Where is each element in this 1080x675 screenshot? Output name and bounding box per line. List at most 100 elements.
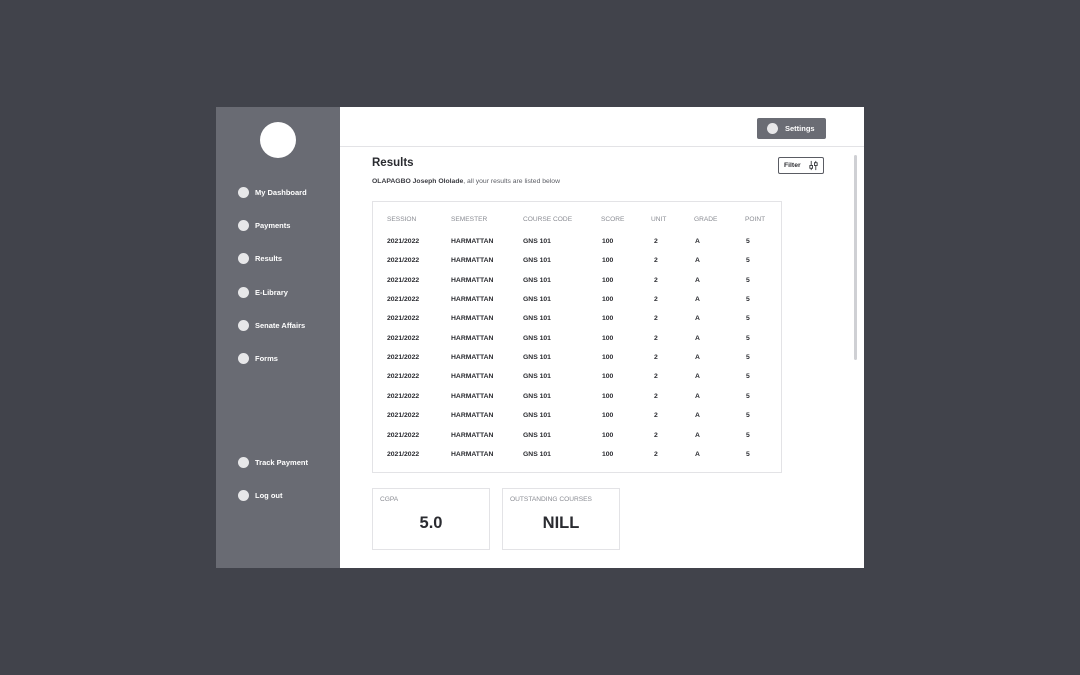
sidebar-item-results[interactable]: Results [238,251,282,265]
sidebar-item-label: My Dashboard [255,187,307,197]
cell-grade: A [695,412,700,420]
cell-session: 2021/2022 [387,392,420,400]
app-window: My Dashboard Payments Results E-Library … [216,107,864,568]
cell-grade: A [695,354,700,362]
cell-point: 5 [746,334,750,342]
sidebar-item-payments[interactable]: Payments [238,218,290,232]
cell-point: 5 [746,392,750,400]
cell-unit: 2 [654,373,658,381]
sidebar-item-log-out[interactable]: Log out [238,488,283,502]
cell-point: 5 [746,450,750,458]
circle-icon [238,186,249,198]
table-row: 2021/2022 HARMATTAN GNS 101 100 2 A 5 [373,277,781,289]
cell-semester: HARMATTAN [451,354,494,362]
column-header-session: SESSION [387,216,417,223]
table-row: 2021/2022 HARMATTAN GNS 101 100 2 A 5 [373,335,781,347]
sidebar-item-my-dashboard[interactable]: My Dashboard [238,185,307,199]
cell-unit: 2 [654,354,658,362]
cell-score: 100 [602,296,614,304]
cell-session: 2021/2022 [387,412,420,420]
cell-grade: A [695,450,700,458]
cell-score: 100 [602,334,614,342]
cell-unit: 2 [654,315,658,323]
cell-score: 100 [602,354,614,362]
cell-course-code: GNS 101 [523,412,551,420]
cell-course-code: GNS 101 [523,238,551,245]
circle-icon [238,489,249,501]
cell-score: 100 [602,238,614,245]
cell-point: 5 [746,373,750,381]
scrollbar[interactable] [854,155,857,360]
cell-session: 2021/2022 [387,257,420,265]
filter-button[interactable]: Filter [778,157,824,174]
table-row: 2021/2022 HARMATTAN GNS 101 100 2 A 5 [373,432,781,444]
cell-grade: A [695,315,700,323]
cell-point: 5 [746,431,750,439]
circle-icon [238,352,249,364]
table-row: 2021/2022 HARMATTAN GNS 101 100 2 A 5 [373,296,781,308]
cell-point: 5 [746,276,750,284]
cgpa-card: CGPA 5.0 [372,488,490,550]
cell-semester: HARMATTAN [451,431,494,439]
cell-semester: HARMATTAN [451,238,494,245]
cell-course-code: GNS 101 [523,276,551,284]
cell-point: 5 [746,257,750,265]
results-table: SESSION SEMESTER COURSE CODE SCORE UNIT … [372,201,782,473]
circle-icon [238,456,249,468]
student-name: OLAPAGBO Joseph Ololade [372,178,464,185]
sidebar-item-forms[interactable]: Forms [238,351,278,365]
cell-score: 100 [602,373,614,381]
cell-grade: A [695,257,700,265]
circle-icon [238,219,249,231]
circle-icon [238,286,249,298]
cell-semester: HARMATTAN [451,373,494,381]
sidebar-item-label: Senate Affairs [255,320,306,330]
sidebar-item-label: Results [255,253,283,263]
sidebar-item-label: Payments [255,220,291,230]
settings-button[interactable]: Settings [757,118,826,139]
sidebar-item-e-library[interactable]: E-Library [238,285,288,299]
cell-unit: 2 [654,334,658,342]
circle-icon [767,123,778,134]
cell-session: 2021/2022 [387,373,420,381]
cell-course-code: GNS 101 [523,257,551,265]
cell-score: 100 [602,412,614,420]
cell-course-code: GNS 101 [523,450,551,458]
outstanding-courses-value: NILL [542,514,580,532]
cell-unit: 2 [654,450,658,458]
column-header-unit: UNIT [651,216,667,223]
avatar[interactable] [260,122,296,158]
sidebar-item-track-payment[interactable]: Track Payment [238,455,308,469]
cell-grade: A [695,392,700,400]
cgpa-value: 5.0 [419,514,443,532]
outstanding-courses-card: OUTSTANDING COURSES NILL [502,488,620,550]
cell-session: 2021/2022 [387,296,420,304]
sidebar-item-label: Track Payment [255,457,308,467]
cell-course-code: GNS 101 [523,392,551,400]
table-row: 2021/2022 HARMATTAN GNS 101 100 2 A 5 [373,393,781,405]
top-bar: Settings [340,107,864,147]
circle-icon [238,319,249,331]
page-subtitle: OLAPAGBO Joseph Ololade, all your result… [372,178,560,185]
table-row: 2021/2022 HARMATTAN GNS 101 100 2 A 5 [373,373,781,385]
cell-semester: HARMATTAN [451,334,494,342]
cell-grade: A [695,296,700,304]
cell-unit: 2 [654,392,658,400]
cell-session: 2021/2022 [387,238,420,245]
table-row: 2021/2022 HARMATTAN GNS 101 100 2 A 5 [373,451,781,463]
circle-icon [238,252,249,264]
table-row: 2021/2022 HARMATTAN GNS 101 100 2 A 5 [373,315,781,327]
cell-grade: A [695,373,700,381]
cell-course-code: GNS 101 [523,334,551,342]
main-content: Settings Results OLAPAGBO Joseph Ololade… [340,107,864,568]
cell-score: 100 [602,431,614,439]
page-title: Results [372,157,414,169]
column-header-point: POINT [745,216,766,223]
cell-grade: A [695,238,700,245]
sidebar-item-senate-affairs[interactable]: Senate Affairs [238,318,305,332]
column-header-course-code: COURSE CODE [523,216,573,223]
sidebar-item-label: Log out [255,490,283,500]
sidebar: My Dashboard Payments Results E-Library … [216,107,340,568]
cell-course-code: GNS 101 [523,373,551,381]
cell-semester: HARMATTAN [451,412,494,420]
